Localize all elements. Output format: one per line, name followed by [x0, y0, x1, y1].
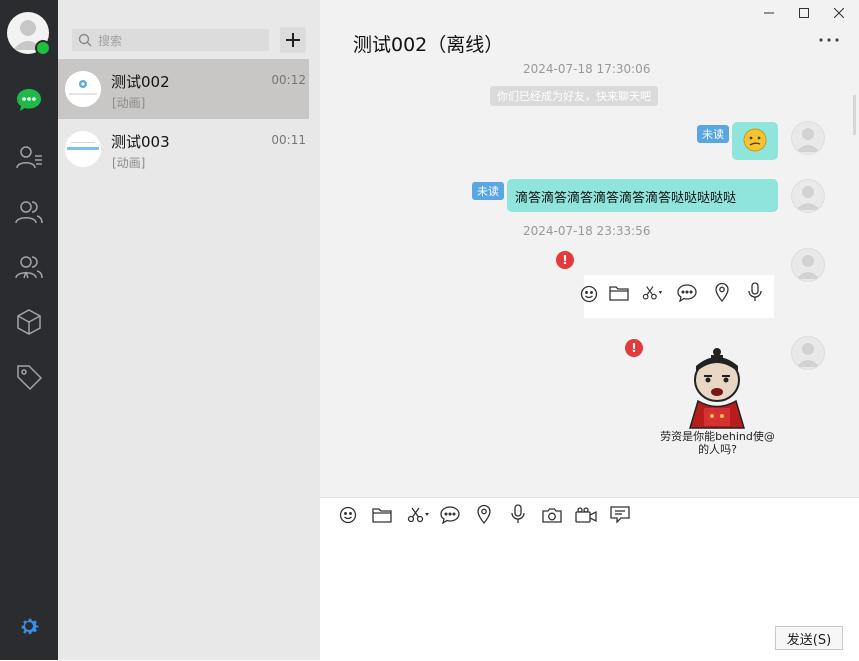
- nav-chat-button[interactable]: [9, 80, 49, 120]
- left-nav: [0, 0, 58, 660]
- sticker-caption-line: 劳资是你能behind使@: [660, 430, 775, 443]
- location-icon: [477, 504, 491, 524]
- group-icon: [14, 197, 44, 227]
- mic-icon: [744, 281, 766, 303]
- send-button[interactable]: 发送(S): [775, 626, 843, 650]
- maximize-button[interactable]: [795, 4, 813, 22]
- conversation-preview: [动画]: [112, 96, 146, 110]
- gear-icon: [17, 614, 41, 638]
- voice-button[interactable]: [507, 503, 529, 525]
- search-icon: [78, 33, 92, 47]
- team-icon: [14, 252, 44, 282]
- tag-icon: [14, 362, 44, 392]
- sender-avatar[interactable]: [791, 179, 825, 213]
- contact-avatar: [65, 131, 101, 167]
- sticker-image: [682, 346, 752, 430]
- send-failed-icon[interactable]: !: [556, 251, 574, 269]
- conversation-item[interactable]: 测试003 [动画] 00:11: [58, 119, 309, 179]
- close-icon: [834, 8, 844, 18]
- folder-icon: [608, 282, 630, 304]
- mic-icon: [511, 504, 525, 524]
- contacts-icon: [14, 142, 44, 172]
- sender-avatar[interactable]: [791, 121, 825, 155]
- conversation-name: 测试002: [111, 73, 170, 91]
- minimize-icon: [764, 8, 774, 18]
- conversation-time: 00:12: [271, 73, 306, 87]
- video-icon: [575, 507, 597, 523]
- scissors-icon: [407, 507, 431, 523]
- screenshot-button[interactable]: [406, 504, 432, 526]
- sticker-message[interactable]: 劳资是你能behind使@ 的人吗?: [660, 340, 775, 462]
- conversation-preview: [动画]: [112, 156, 146, 170]
- conversation-name: 测试003: [111, 133, 170, 151]
- scrollbar[interactable]: [853, 95, 856, 135]
- sender-avatar[interactable]: [791, 336, 825, 370]
- maximize-icon: [799, 8, 809, 18]
- conversation-item[interactable]: 测试002 [动画] 00:12: [58, 59, 309, 119]
- location-button[interactable]: [473, 503, 495, 525]
- message-composer: 发送(S): [320, 497, 859, 661]
- sticker-caption: 劳资是你能behind使@ 的人吗?: [660, 430, 775, 456]
- search-input[interactable]: 搜索: [98, 32, 122, 49]
- confused-face-icon: [742, 127, 768, 153]
- camera-icon: [542, 507, 562, 523]
- chat-pane: 测试002（离线） 2024-07-18 17:30:06 你们已经成为好友，快…: [320, 0, 859, 661]
- system-notice: 你们已经成为好友，快来聊天吧: [490, 86, 658, 106]
- emoji-button[interactable]: [337, 504, 359, 526]
- emoji-icon: [578, 283, 600, 305]
- emoji-icon: [339, 506, 357, 524]
- timestamp: 2024-07-18 17:30:06: [523, 62, 651, 76]
- folder-icon: [372, 507, 392, 523]
- file-button[interactable]: [371, 504, 393, 526]
- image-message[interactable]: [580, 275, 774, 318]
- location-icon: [711, 281, 733, 303]
- comment-icon: [440, 506, 460, 524]
- sticker-caption-line: 的人吗?: [698, 443, 737, 456]
- minimize-button[interactable]: [760, 4, 778, 22]
- more-button[interactable]: [818, 32, 840, 48]
- nav-group-button[interactable]: [9, 192, 49, 232]
- more-icon: [819, 38, 839, 42]
- message-text: 滴答滴答滴答滴答滴答滴答哒哒哒哒哒: [515, 191, 737, 206]
- message-icon: [610, 506, 630, 524]
- message-bubble[interactable]: 滴答滴答滴答滴答滴答滴答哒哒哒哒哒: [507, 179, 778, 212]
- message-bubble[interactable]: [732, 122, 778, 160]
- comment-icon: [676, 282, 698, 304]
- chat-title: 测试002（离线）: [353, 34, 504, 56]
- cube-icon: [14, 307, 44, 337]
- unread-badge: 未读: [697, 125, 729, 143]
- plus-icon: [285, 32, 301, 48]
- add-button[interactable]: [280, 27, 306, 53]
- timestamp: 2024-07-18 23:33:56: [523, 224, 651, 238]
- chat-header: 测试002（离线）: [320, 0, 859, 58]
- conversation-list: 搜索 测试002 [动画] 00:12 测试003 [动画] 00:11: [58, 0, 320, 660]
- scissors-icon: [642, 282, 664, 304]
- send-failed-icon[interactable]: !: [625, 339, 643, 357]
- camera-button[interactable]: [541, 504, 563, 526]
- comment-button[interactable]: [439, 504, 461, 526]
- video-call-button[interactable]: [575, 504, 597, 526]
- sender-avatar[interactable]: [791, 248, 825, 282]
- online-status-dot: [35, 40, 51, 56]
- nav-apps-button[interactable]: [9, 302, 49, 342]
- close-button[interactable]: [830, 4, 848, 22]
- contact-avatar: [65, 71, 101, 107]
- nav-team-button[interactable]: [9, 247, 49, 287]
- unread-badge: 未读: [472, 182, 504, 200]
- nav-settings-button[interactable]: [9, 606, 49, 646]
- search-box[interactable]: 搜索: [72, 29, 269, 51]
- nav-tags-button[interactable]: [9, 357, 49, 397]
- chat-icon: [14, 85, 44, 115]
- conversation-time: 00:11: [271, 133, 306, 147]
- message-button[interactable]: [609, 504, 631, 526]
- nav-contacts-button[interactable]: [9, 137, 49, 177]
